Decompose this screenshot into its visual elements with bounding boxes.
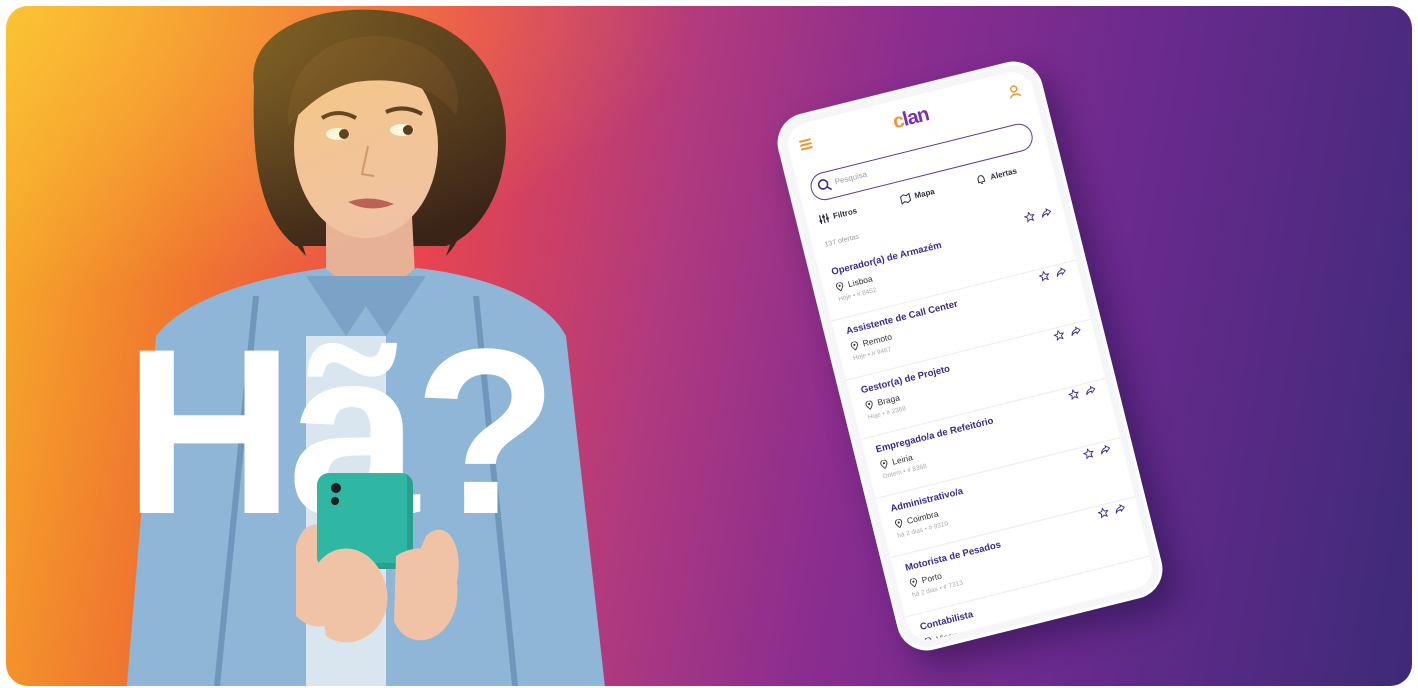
map-label: Mapa [913, 186, 936, 201]
job-list: Operador(a) de Armazém Lisboa Hoje • # 8… [816, 201, 1157, 645]
location-pin-icon [850, 340, 858, 351]
bell-icon [977, 175, 986, 185]
alerts-label: Alertas [989, 166, 1018, 182]
job-location: Braga [876, 392, 901, 408]
job-location: Lisboa [846, 273, 874, 290]
search-icon [817, 179, 833, 191]
phone-mockup: clan Pesquisa Filtros Mapa Alertas 137 o… [771, 55, 1169, 657]
job-location: Porto [920, 570, 943, 586]
app-screen: clan Pesquisa Filtros Mapa Alertas 137 o… [783, 67, 1157, 645]
location-pin-icon [865, 399, 873, 410]
location-pin-icon [880, 459, 888, 469]
hero-banner: Hã? clan Pesquisa Filtros Mapa Alertas 1… [6, 6, 1412, 686]
alerts-button[interactable]: Alertas [974, 165, 1018, 186]
map-button[interactable]: Mapa [899, 186, 936, 205]
filters-label: Filtros [832, 206, 858, 221]
filters-button[interactable]: Filtros [817, 205, 858, 225]
location-pin-icon [909, 577, 917, 587]
hands-illustration [316, 548, 458, 643]
location-pin-icon [835, 281, 844, 292]
results-count: 137 ofertas [824, 233, 860, 249]
filters-icon [818, 213, 830, 225]
location-pin-icon [924, 636, 932, 645]
search-placeholder: Pesquisa [833, 169, 868, 187]
location-pin-icon [894, 518, 903, 528]
job-location: Viseu [935, 629, 959, 645]
job-location: Leiria [891, 452, 914, 467]
map-icon [899, 192, 912, 205]
